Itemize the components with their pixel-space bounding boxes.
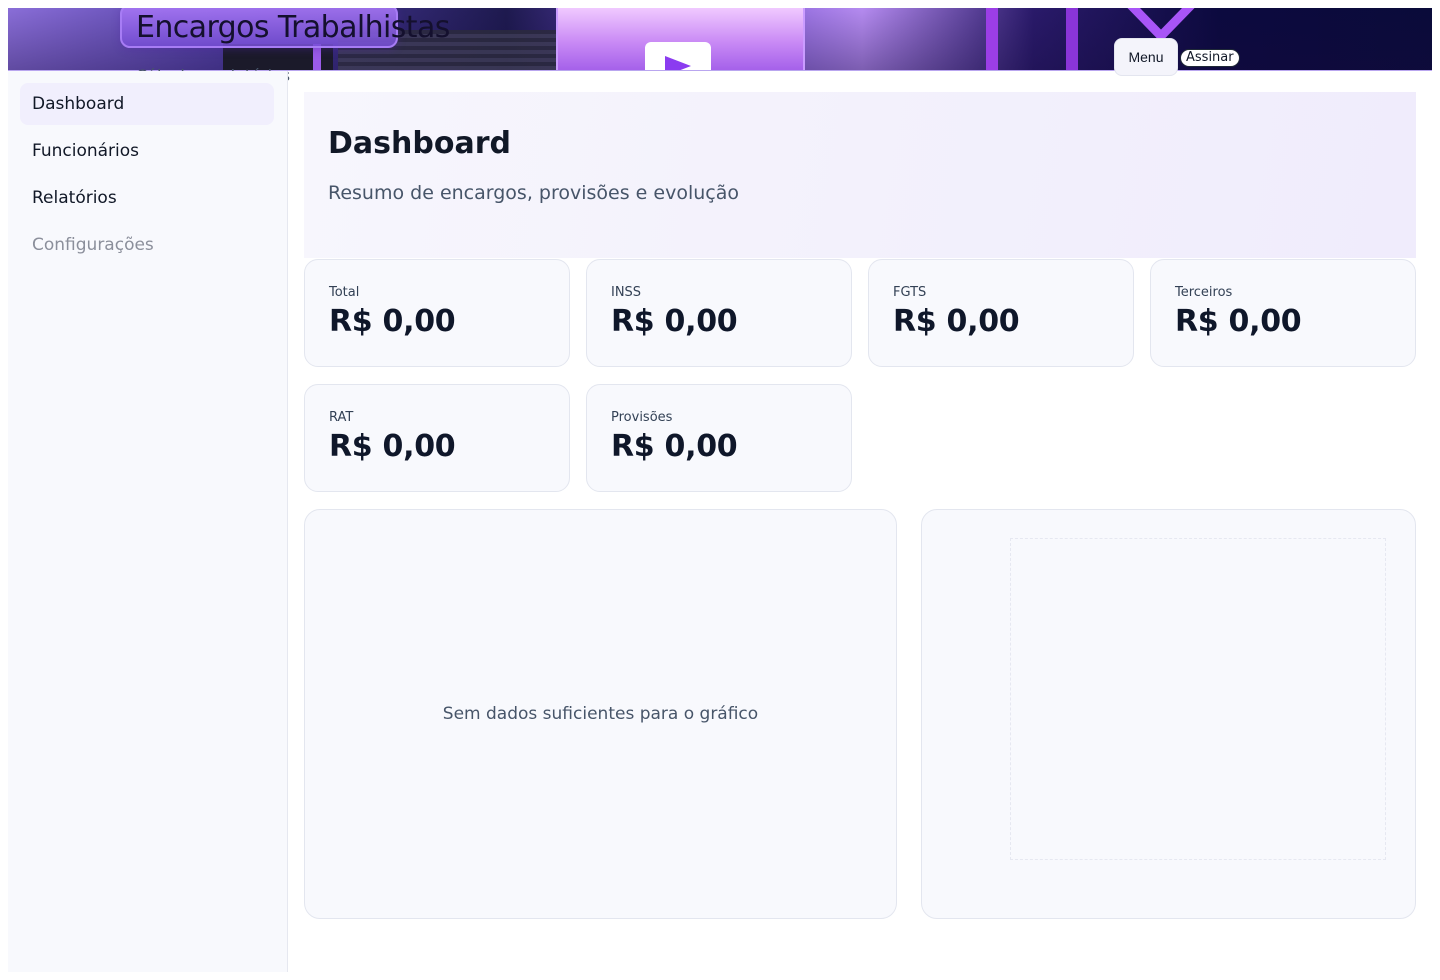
stat-card-total: Total R$ 0,00 xyxy=(304,259,570,367)
menu-button[interactable]: Menu xyxy=(1114,38,1178,76)
stat-value: R$ 0,00 xyxy=(893,304,1020,339)
stat-label: RAT xyxy=(329,410,354,425)
composition-chart-panel xyxy=(921,509,1416,919)
stat-card-provisoes: Provisões R$ 0,00 xyxy=(586,384,852,492)
stat-label: INSS xyxy=(611,285,642,300)
stat-value: R$ 0,00 xyxy=(611,304,738,339)
app-title: Encargos Trabalhistas xyxy=(136,10,450,45)
stat-value: R$ 0,00 xyxy=(611,429,738,464)
page-title: Dashboard xyxy=(328,126,511,161)
app-window: Encargos Trabalhistas Cálculo e relatóri… xyxy=(8,8,1432,972)
stat-label: Total xyxy=(329,285,360,300)
stat-label: Terceiros xyxy=(1175,285,1233,300)
stat-label: FGTS xyxy=(893,285,927,300)
sign-button[interactable]: Assinar xyxy=(1180,49,1240,67)
page-subtitle: Resumo de encargos, provisões e evolução xyxy=(328,182,739,204)
chart-canvas xyxy=(1010,538,1386,860)
stat-value: R$ 0,00 xyxy=(329,304,456,339)
chart-empty-message: Sem dados suficientes para o gráfico xyxy=(442,704,759,724)
evolution-chart-panel: Sem dados suficientes para o gráfico xyxy=(304,509,897,919)
stat-label: Provisões xyxy=(611,410,673,425)
stat-card-inss: INSS R$ 0,00 xyxy=(586,259,852,367)
stat-card-rat: RAT R$ 0,00 xyxy=(304,384,570,492)
stat-card-terceiros: Terceiros R$ 0,00 xyxy=(1150,259,1416,367)
play-icon[interactable] xyxy=(645,42,711,70)
sidebar-item-relatorios[interactable]: Relatórios xyxy=(20,177,274,219)
stat-value: R$ 0,00 xyxy=(1175,304,1302,339)
sidebar-item-configuracoes[interactable]: Configurações xyxy=(20,224,274,266)
sidebar-item-dashboard[interactable]: Dashboard xyxy=(20,83,274,125)
stat-card-fgts: FGTS R$ 0,00 xyxy=(868,259,1134,367)
stat-value: R$ 0,00 xyxy=(329,429,456,464)
sidebar-item-funcionarios[interactable]: Funcionários xyxy=(20,130,274,172)
sidebar: Dashboard Funcionários Relatórios Config… xyxy=(8,71,288,972)
dashboard-hero: Dashboard Resumo de encargos, provisões … xyxy=(304,92,1416,258)
